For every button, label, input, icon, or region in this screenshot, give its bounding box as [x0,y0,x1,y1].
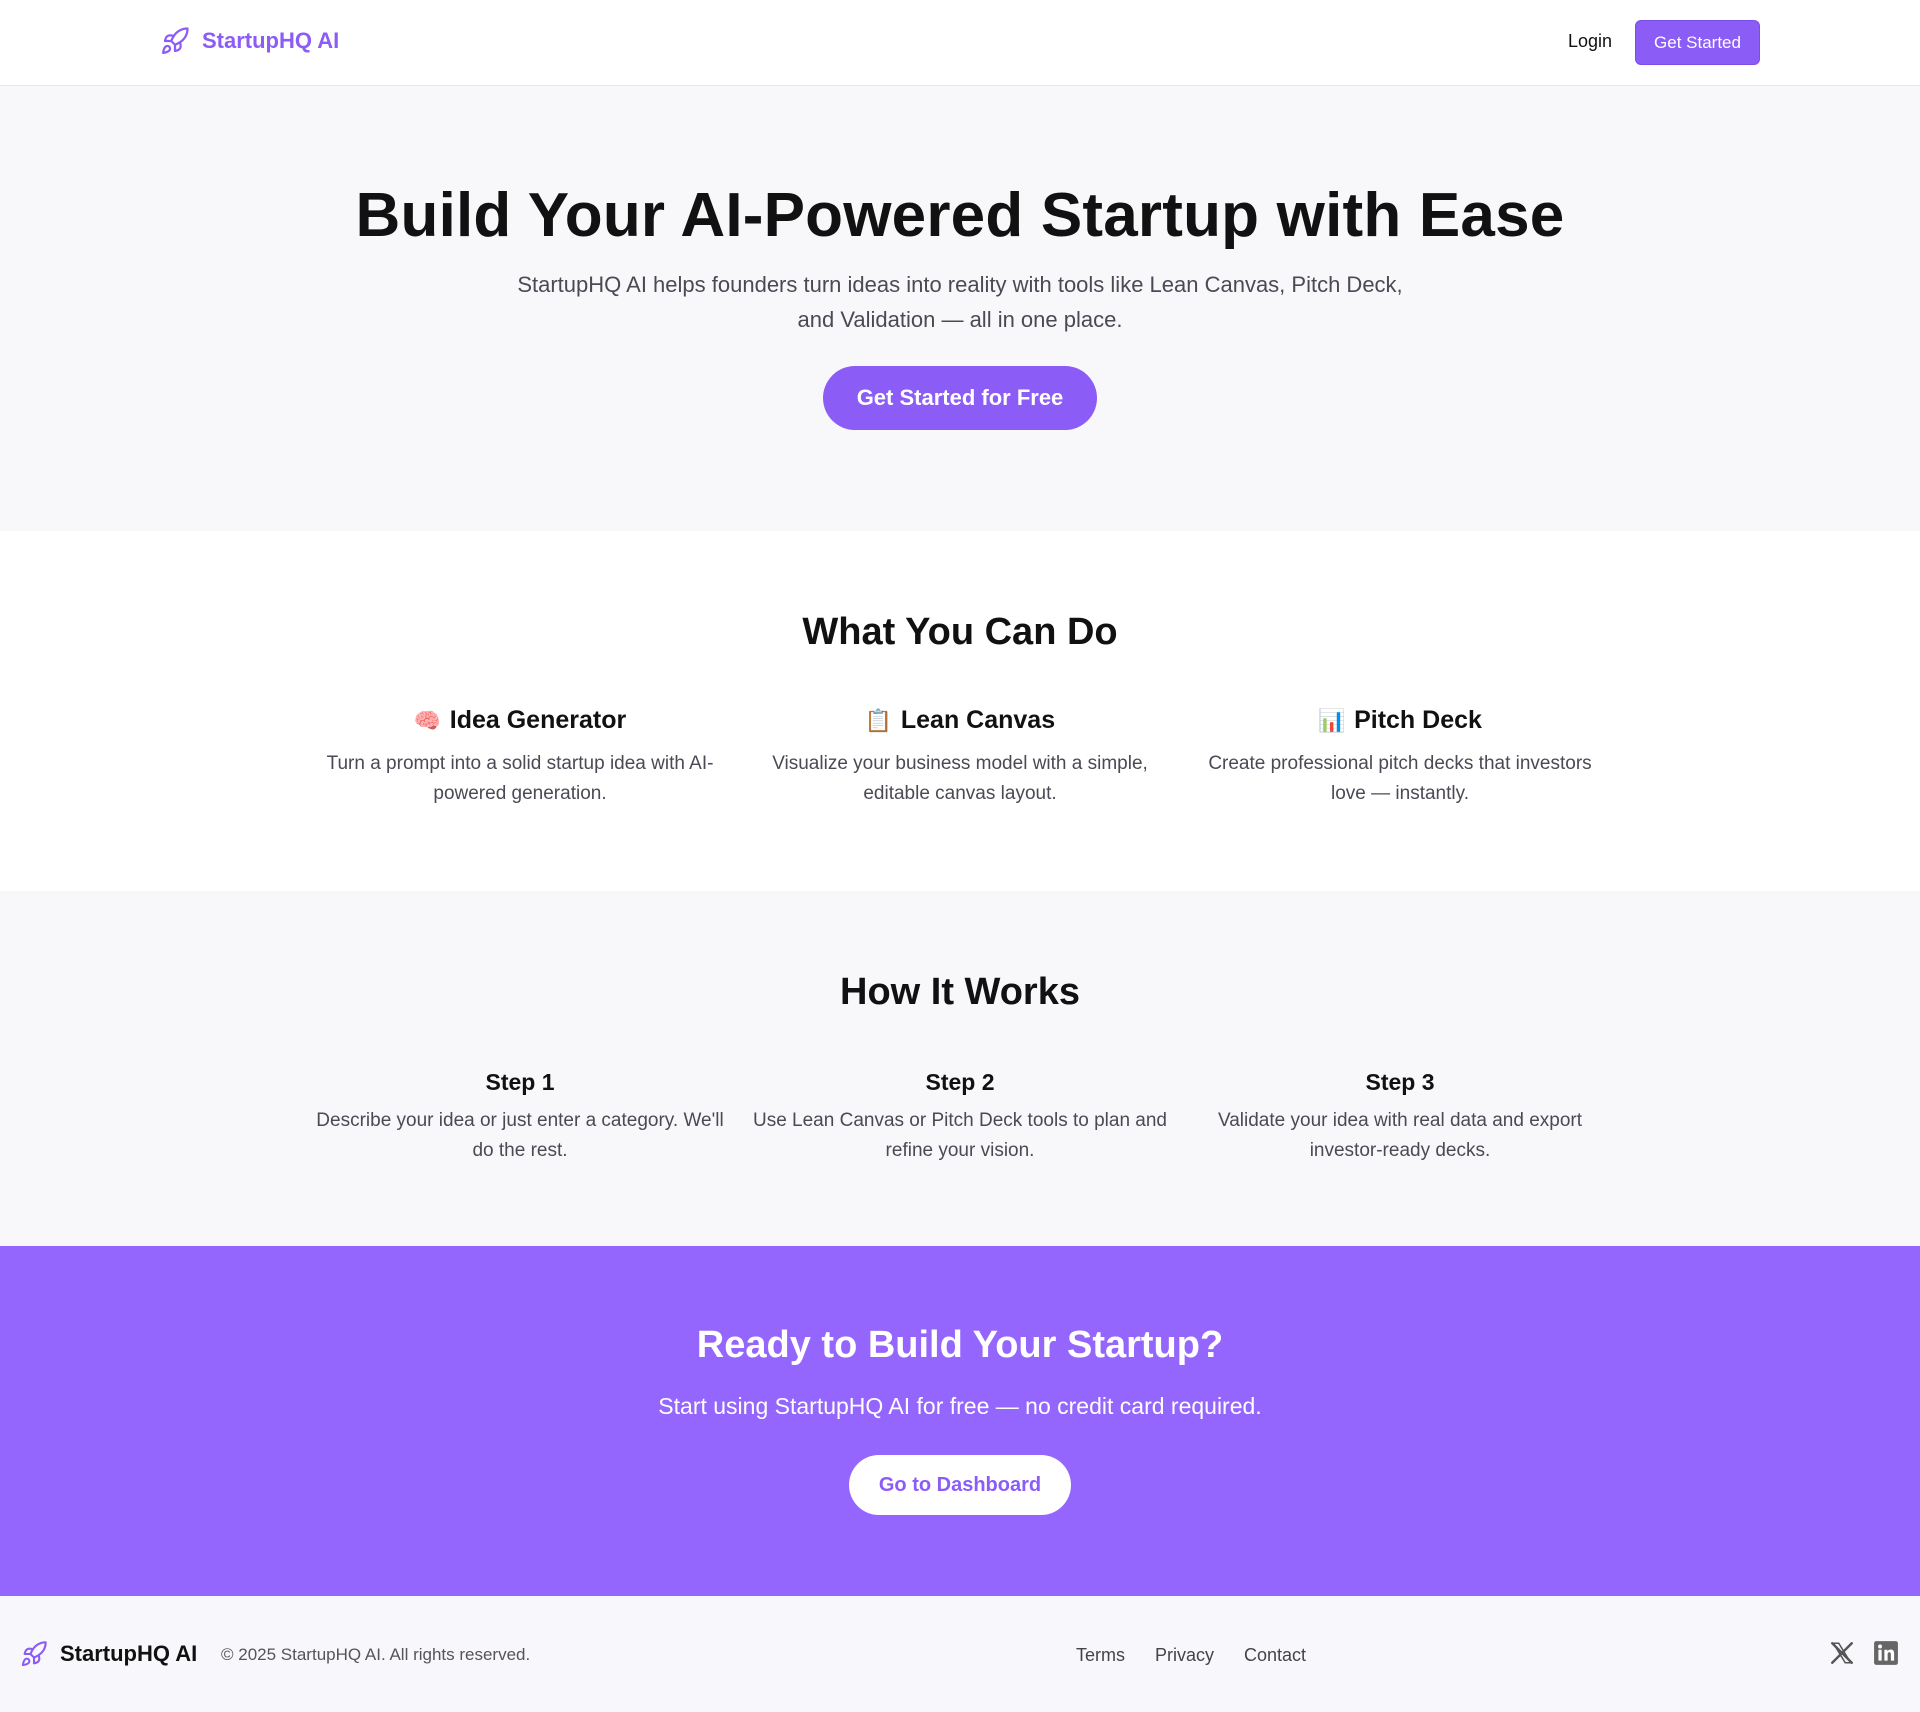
copyright: © 2025 StartupHQ AI. All rights reserved… [221,1645,531,1664]
x-icon[interactable] [1829,1640,1857,1668]
step-card: Step 1 Describe your idea or just enter … [310,1069,730,1166]
how-it-works-section: How It Works Step 1 Describe your idea o… [0,891,1920,1246]
feature-heading: 🧠 Idea Generator [310,706,730,735]
feature-card: 🧠 Idea Generator Turn a prompt into a so… [310,706,730,809]
footer-brand-name: StartupHQ AI [60,1641,198,1666]
feature-title: Idea Generator [449,706,627,734]
feature-title: Lean Canvas [900,706,1056,734]
footer-brand[interactable]: StartupHQ AI [20,1640,197,1668]
contact-link[interactable]: Contact [1244,1645,1306,1666]
hero-subtitle: StartupHQ AI helps founders turn ideas i… [517,272,1403,332]
brain-icon: 🧠 [413,707,442,733]
go-to-dashboard-button[interactable]: Go to Dashboard [849,1455,1071,1515]
how-title: How It Works [840,971,1080,1013]
bar-chart-icon: 📊 [1318,707,1346,733]
get-started-free-button[interactable]: Get Started for Free [823,366,1097,430]
step-text: Describe your idea or just enter a categ… [316,1110,724,1161]
features-title: What You Can Do [802,611,1118,653]
terms-link[interactable]: Terms [1076,1645,1125,1666]
feature-text: Create professional pitch decks that inv… [1208,753,1592,804]
hero-section: Build Your AI-Powered Startup with Ease … [0,86,1920,531]
step-title: Step 1 [485,1069,555,1095]
feature-card: 📋 Lean Canvas Visualize your business mo… [750,706,1170,809]
step-text: Use Lean Canvas or Pitch Deck tools to p… [752,1110,1167,1161]
social-links [1829,1640,1901,1668]
features-section: What You Can Do 🧠 Idea Generator Turn a … [0,531,1920,891]
feature-text: Visualize your business model with a sim… [772,753,1148,804]
step-title: Step 3 [1365,1069,1435,1095]
clipboard-icon: 📋 [864,707,893,733]
top-nav: StartupHQ AI Login Get Started [0,0,1920,86]
step-card: Step 3 Validate your idea with real data… [1190,1069,1610,1166]
feature-heading: 📋 Lean Canvas [750,706,1170,735]
cta-text: Start using StartupHQ AI for free — no c… [658,1393,1262,1419]
linkedin-icon[interactable] [1873,1640,1901,1668]
hero-title: Build Your AI-Powered Startup with Ease [355,181,1565,250]
rocket-icon [20,1640,48,1668]
feature-heading: 📊 Pitch Deck [1190,706,1610,735]
login-link[interactable]: Login [1568,31,1612,52]
cta-title: Ready to Build Your Startup? [696,1324,1224,1366]
feature-title: Pitch Deck [1354,706,1482,734]
cta-section: Ready to Build Your Startup? Start using… [0,1246,1920,1596]
feature-text: Turn a prompt into a solid startup idea … [326,753,714,804]
get-started-button[interactable]: Get Started [1635,20,1760,65]
step-text: Validate your idea with real data and ex… [1217,1110,1583,1161]
footer-links: Terms Privacy Contact [1076,1645,1306,1666]
brand-name: StartupHQ AI [202,28,340,53]
step-title: Step 2 [925,1069,995,1095]
privacy-link[interactable]: Privacy [1155,1645,1214,1666]
footer: StartupHQ AI © 2025 StartupHQ AI. All ri… [0,1596,1920,1712]
step-card: Step 2 Use Lean Canvas or Pitch Deck too… [750,1069,1170,1166]
rocket-icon [160,26,190,56]
brand-logo-link[interactable]: StartupHQ AI [160,26,339,56]
feature-card: 📊 Pitch Deck Create professional pitch d… [1190,706,1610,809]
